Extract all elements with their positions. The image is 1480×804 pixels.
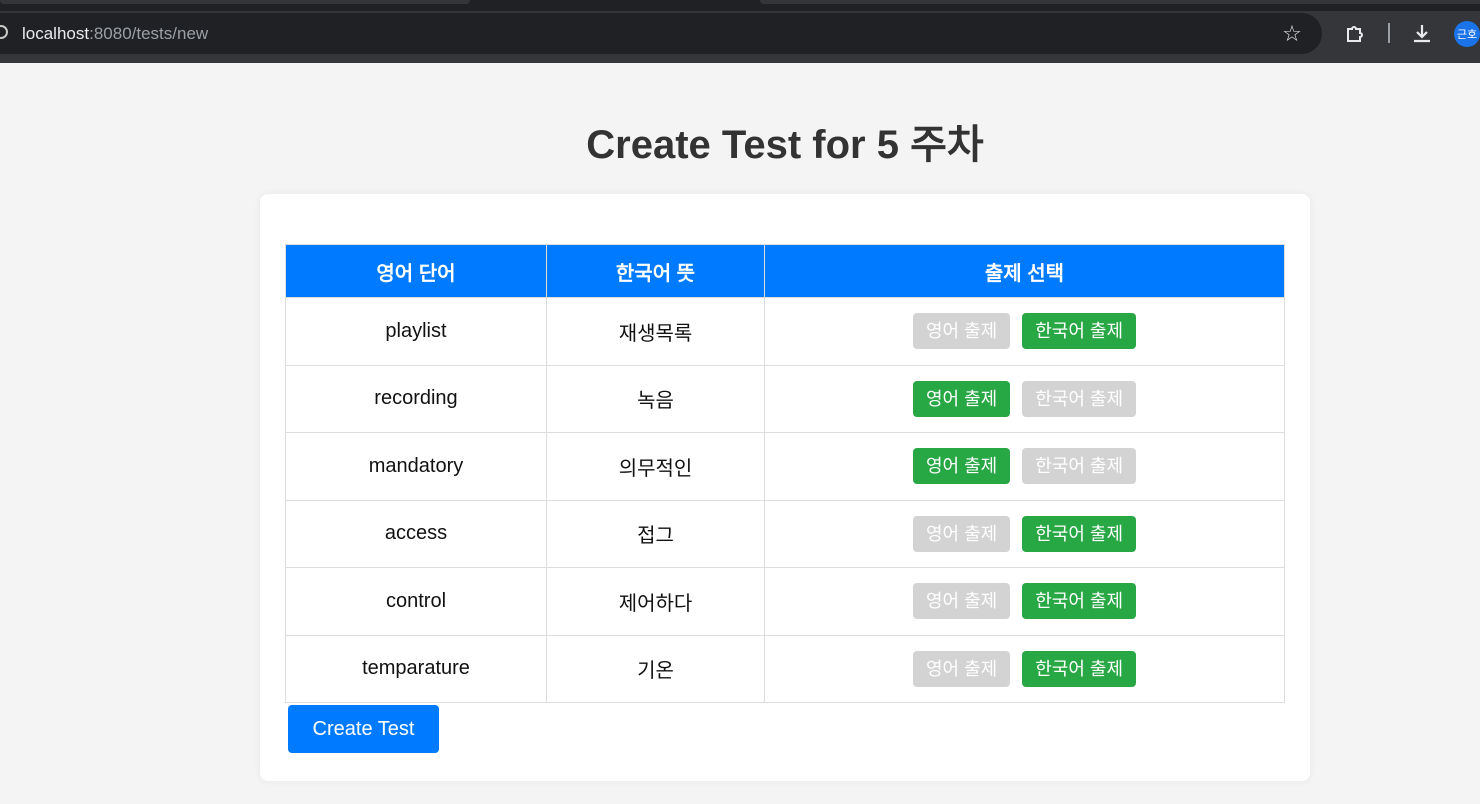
avatar[interactable]: 근호 <box>1454 21 1480 47</box>
header-english-word: 영어 단어 <box>285 244 547 298</box>
selection-cell: 영어 출제 한국어 출제 <box>764 567 1285 636</box>
url-host: localhost <box>22 24 90 43</box>
address-text[interactable]: localhost:8080/tests/new <box>22 23 208 45</box>
browser-tab[interactable] <box>0 0 470 4</box>
english-word-cell: playlist <box>285 297 547 366</box>
korean-meaning-cell: 의무적인 <box>546 432 765 501</box>
english-word-cell: control <box>285 567 547 636</box>
korean-meaning-cell: 재생목록 <box>546 297 765 366</box>
english-question-button[interactable]: 영어 출제 <box>912 448 1011 485</box>
url-path: :8080/tests/new <box>89 24 209 43</box>
korean-question-button[interactable]: 한국어 출제 <box>1022 650 1137 687</box>
selection-cell: 영어 출제 한국어 출제 <box>764 297 1285 366</box>
english-question-button[interactable]: 영어 출제 <box>912 583 1011 620</box>
english-word-cell: temparature <box>285 634 547 703</box>
selection-cell: 영어 출제 한국어 출제 <box>764 634 1285 703</box>
table-row: playlist 재생목록 영어 출제 한국어 출제 <box>285 297 1285 366</box>
page-title: Create Test for 5 주차 <box>586 123 984 167</box>
english-word-cell: access <box>285 499 547 568</box>
table-row: control 제어하다 영어 출제 한국어 출제 <box>285 567 1285 636</box>
korean-meaning-cell: 제어하다 <box>546 567 765 636</box>
selection-cell: 영어 출제 한국어 출제 <box>764 499 1285 568</box>
table-row: recording 녹음 영어 출제 한국어 출제 <box>285 364 1285 433</box>
star-icon[interactable]: ☆ <box>1278 20 1306 48</box>
toolbar-separator <box>1388 23 1390 43</box>
table-row: mandatory 의무적인 영어 출제 한국어 출제 <box>285 432 1285 501</box>
korean-question-button[interactable]: 한국어 출제 <box>1022 313 1137 350</box>
korean-question-button[interactable]: 한국어 출제 <box>1022 380 1137 417</box>
download-icon[interactable] <box>1407 20 1437 48</box>
korean-meaning-cell: 녹음 <box>546 364 765 433</box>
selection-cell: 영어 출제 한국어 출제 <box>764 432 1285 501</box>
korean-meaning-cell: 기온 <box>546 634 765 703</box>
header-korean-meaning: 한국어 뜻 <box>546 244 765 298</box>
english-question-button[interactable]: 영어 출제 <box>912 650 1011 687</box>
english-question-button[interactable]: 영어 출제 <box>912 313 1011 350</box>
test-form-card: 영어 단어 한국어 뜻 출제 선택 playlist 재생목록 영어 출제 한국어 출… <box>260 194 1310 781</box>
table-row: temparature 기온 영어 출제 한국어 출제 <box>285 634 1285 703</box>
korean-question-button[interactable]: 한국어 출제 <box>1022 583 1137 620</box>
english-question-button[interactable]: 영어 출제 <box>912 380 1011 417</box>
english-word-cell: recording <box>285 364 547 433</box>
table-row: access 접그 영어 출제 한국어 출제 <box>285 499 1285 568</box>
extensions-icon[interactable] <box>1340 20 1370 48</box>
korean-question-button[interactable]: 한국어 출제 <box>1022 448 1137 485</box>
english-word-cell: mandatory <box>285 432 547 501</box>
create-test-button[interactable]: Create Test <box>288 705 439 753</box>
korean-meaning-cell: 접그 <box>546 499 765 568</box>
header-question-selection: 출제 선택 <box>764 244 1285 298</box>
korean-question-button[interactable]: 한국어 출제 <box>1022 515 1137 552</box>
selection-cell: 영어 출제 한국어 출제 <box>764 364 1285 433</box>
browser-tab[interactable] <box>760 0 1480 4</box>
english-question-button[interactable]: 영어 출제 <box>912 515 1011 552</box>
table-header-row: 영어 단어 한국어 뜻 출제 선택 <box>285 244 1285 298</box>
word-table: 영어 단어 한국어 뜻 출제 선택 playlist 재생목록 영어 출제 한국어 출… <box>285 244 1285 703</box>
